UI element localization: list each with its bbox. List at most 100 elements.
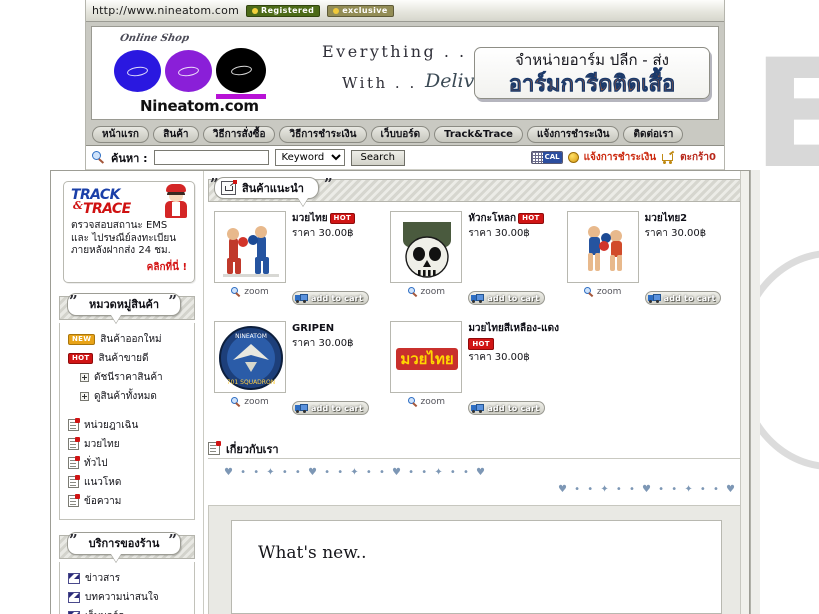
search-bar-right-tools: CAL แจ้งการชำระเงิน ตะกร้า0 bbox=[530, 150, 718, 165]
hot-badge: HOT bbox=[518, 213, 544, 224]
truck-icon bbox=[471, 293, 485, 303]
check-icon bbox=[252, 7, 259, 14]
nav-webboard[interactable]: เว็บบอร์ด bbox=[370, 125, 431, 143]
sidebar-item-muaythai[interactable]: มวยไทย bbox=[68, 435, 188, 454]
bubble-tail bbox=[110, 314, 121, 323]
truck-icon bbox=[647, 293, 661, 303]
product-title[interactable]: มวยไทย2 bbox=[645, 213, 737, 225]
product-thumbnail[interactable]: มวยไทย bbox=[390, 321, 463, 393]
zoom-label: zoom bbox=[244, 397, 269, 407]
service-panel-bubble: บริการของร้าน bbox=[67, 531, 181, 555]
atom-orbit-icon bbox=[126, 65, 149, 77]
add-to-cart-button[interactable]: add to cart bbox=[468, 401, 546, 415]
add-to-cart-button[interactable]: add to cart bbox=[644, 291, 722, 305]
sidebar-item-news[interactable]: ข่าวสาร bbox=[68, 569, 188, 588]
search-scope-select[interactable]: Keyword bbox=[274, 149, 345, 166]
sidebar-item-new-products[interactable]: NEW สินค้าออกใหม่ bbox=[68, 330, 188, 349]
product-thumbnail[interactable]: NINEATOM 701 SQUADRON bbox=[214, 321, 286, 393]
product-thumbnail[interactable] bbox=[214, 211, 286, 283]
zoom-link[interactable]: zoom bbox=[231, 397, 269, 407]
sidebar-item-cool-style[interactable]: แนวโหด bbox=[68, 473, 188, 492]
sidebar-item-bestseller[interactable]: HOT สินค้าขายดี bbox=[68, 349, 188, 368]
add-to-cart-button[interactable]: add to cart bbox=[292, 401, 369, 415]
calculator-icon[interactable]: CAL bbox=[530, 151, 563, 164]
search-input[interactable] bbox=[153, 150, 269, 165]
search-label: ค้นหา : bbox=[111, 151, 148, 165]
product-title[interactable]: หัวกะโหลก HOT bbox=[468, 213, 560, 225]
dot-icon bbox=[333, 7, 340, 14]
zoom-icon bbox=[407, 397, 418, 407]
nav-home[interactable]: หน้าแรก bbox=[92, 125, 149, 143]
banner-tagline: Everything . . With . . Delivery bbox=[297, 27, 505, 119]
atom-orbit-icon bbox=[229, 64, 253, 77]
cart-label: ตะกร้า bbox=[680, 152, 710, 163]
site-logo[interactable]: Online Shop Nineatom.com bbox=[92, 27, 297, 119]
product-title[interactable]: มวยไทยสีเหลือง-แดง bbox=[468, 323, 560, 335]
product-title[interactable]: GRIPEN bbox=[292, 323, 384, 335]
product-price: ราคา 30.00฿ bbox=[468, 227, 530, 239]
zoom-icon bbox=[583, 287, 594, 297]
sidebar-item-price-index[interactable]: ดัชนีราคาสินค้า bbox=[68, 368, 188, 387]
truck-icon bbox=[295, 293, 308, 303]
nav-how-to-pay[interactable]: วิธีการชำระเงิน bbox=[279, 125, 367, 143]
sidebar-item-articles[interactable]: บทความน่าสนใจ bbox=[68, 588, 188, 607]
note-icon bbox=[68, 494, 80, 507]
zoom-label: zoom bbox=[420, 287, 446, 297]
cart-count-label[interactable]: ตะกร้า0 bbox=[680, 150, 716, 165]
product-title[interactable]: มวยไทย HOT bbox=[292, 213, 384, 225]
postwoman-icon bbox=[163, 184, 189, 218]
zoom-label: zoom bbox=[244, 287, 269, 297]
whats-new-box: What's new.. bbox=[231, 520, 722, 614]
product-title-text: มวยไทย2 bbox=[644, 213, 688, 224]
muaythai-text-art: มวยไทย bbox=[391, 322, 462, 392]
sidebar-item-text[interactable]: ข้อความ bbox=[68, 492, 188, 511]
url-text: http://www.nineatom.com bbox=[92, 4, 240, 17]
add-to-cart-button[interactable]: add to cart bbox=[468, 291, 546, 305]
about-section-title: เกี่ยวกับเรา bbox=[226, 442, 279, 456]
track-trace-promo-card[interactable]: TRACK & TRACE ตรวจสอบสถานะ EMS และ ไปรษณ… bbox=[63, 181, 195, 283]
zoom-icon bbox=[231, 287, 241, 297]
zoom-link[interactable]: zoom bbox=[583, 287, 621, 297]
track-trace-click-here-link[interactable]: คลิกที่นี่ ! bbox=[71, 260, 187, 275]
sidebar: TRACK & TRACE ตรวจสอบสถานะ EMS และ ไปรษณ… bbox=[51, 171, 204, 614]
brand-wordmark: Nineatom.com bbox=[140, 97, 259, 115]
zoom-link[interactable]: zoom bbox=[407, 397, 445, 407]
sidebar-item-all-products[interactable]: ดูสินค้าทั้งหมด bbox=[68, 387, 188, 406]
atom-orbit-icon bbox=[177, 65, 200, 77]
product-title-text: GRIPEN bbox=[292, 323, 335, 334]
product-cell-empty bbox=[565, 321, 741, 431]
sidebar-item-general[interactable]: ทั่วไป bbox=[68, 454, 188, 473]
atom-circle-black bbox=[216, 48, 266, 93]
bubble-tail bbox=[298, 198, 308, 206]
thai-logo-panel[interactable]: จำหน่ายอาร์ม ปลีก - ส่ง อาร์มการีดติดเสื… bbox=[474, 47, 710, 99]
product-thumbnail[interactable] bbox=[566, 211, 639, 283]
featured-section-bubble: สินค้าแนะนำ bbox=[214, 177, 319, 199]
zoom-link[interactable]: zoom bbox=[231, 287, 269, 297]
nav-contact[interactable]: ติดต่อเรา bbox=[623, 125, 684, 143]
main-content: ” สินค้าแนะนำ ” bbox=[204, 171, 749, 614]
quote-mark-left: ” bbox=[69, 291, 78, 310]
zoom-link[interactable]: zoom bbox=[407, 287, 446, 297]
nav-notify-payment[interactable]: แจ้งการชำระเงิน bbox=[526, 125, 620, 143]
content-scrollbar[interactable] bbox=[740, 171, 749, 614]
cart-icon[interactable] bbox=[661, 150, 675, 164]
add-to-cart-button[interactable]: add to cart bbox=[292, 291, 369, 305]
sidebar-item-webboard[interactable]: เว็บบอร์ด bbox=[68, 607, 188, 614]
notify-payment-link[interactable]: แจ้งการชำระเงิน bbox=[584, 150, 657, 165]
sidebar-item-label: ข่าวสาร bbox=[85, 572, 121, 584]
main-navigation: หน้าแรก สินค้า วิธีการสั่งซื้อ วิธีการชำ… bbox=[86, 122, 724, 146]
search-button[interactable]: Search bbox=[350, 149, 405, 166]
sidebar-item-unit-army[interactable]: หน่วยฎาเฉิน bbox=[68, 416, 188, 435]
note-icon bbox=[68, 418, 80, 431]
nav-how-to-order[interactable]: วิธีการสั่งซื้อ bbox=[202, 125, 276, 143]
site-banner: Online Shop Nineatom.com Everything . . … bbox=[86, 22, 724, 122]
nav-track-trace[interactable]: Track&Trace bbox=[434, 125, 523, 143]
product-thumbnail[interactable] bbox=[390, 211, 463, 283]
nav-products[interactable]: สินค้า bbox=[152, 125, 199, 143]
expand-plus-icon[interactable] bbox=[80, 372, 89, 382]
expand-plus-icon[interactable] bbox=[80, 391, 89, 401]
address-bar[interactable]: http://www.nineatom.com Registered exclu… bbox=[86, 0, 724, 22]
sidebar-item-label: สินค้าขายดี bbox=[98, 352, 149, 364]
exclusive-badge-label: exclusive bbox=[342, 6, 388, 15]
truck-icon bbox=[471, 403, 485, 413]
